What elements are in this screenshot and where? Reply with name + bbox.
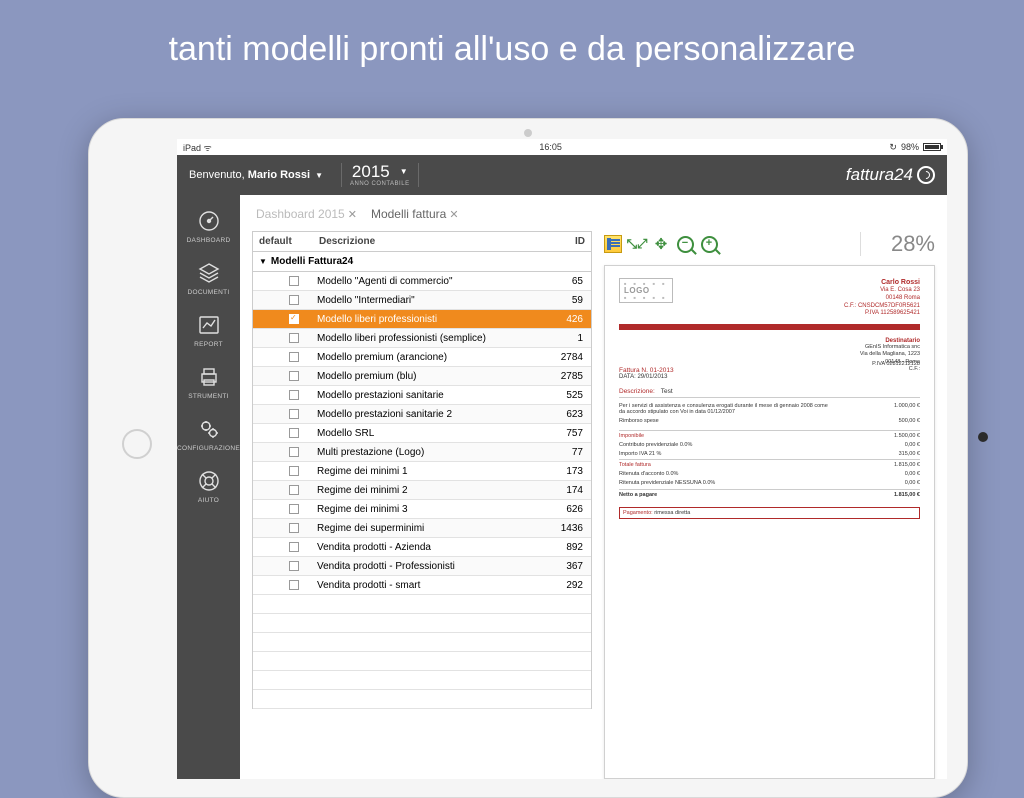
checkbox[interactable] bbox=[289, 542, 299, 552]
chevron-down-icon: ▼ bbox=[259, 257, 267, 266]
table-row[interactable]: Regime dei superminimi1436 bbox=[253, 519, 591, 538]
checkbox[interactable] bbox=[289, 314, 299, 324]
ios-status-bar: iPad ᯤ 16:05 ↻ 98% bbox=[177, 139, 947, 155]
main-content: Dashboard 2015 ✕ Modelli fattura ✕ defau… bbox=[240, 195, 947, 779]
tab-modelli[interactable]: Modelli fattura ✕ bbox=[371, 207, 459, 221]
tab-dashboard[interactable]: Dashboard 2015 ✕ bbox=[256, 207, 357, 221]
checkbox[interactable] bbox=[289, 447, 299, 457]
checkbox[interactable] bbox=[289, 485, 299, 495]
preview-pane: ⤡⤢ ✥ − + 28% ■ ■ ■ ■ ■ bbox=[604, 231, 935, 779]
zoom-in-icon: + bbox=[701, 236, 718, 253]
save-button[interactable] bbox=[604, 235, 622, 253]
zoom-in-button[interactable]: + bbox=[700, 235, 718, 253]
sidebar-item-config[interactable]: CONFIGURAZIONE bbox=[177, 411, 240, 457]
checkbox[interactable] bbox=[289, 466, 299, 476]
zoom-out-icon: − bbox=[677, 236, 694, 253]
breadcrumb-tabs: Dashboard 2015 ✕ Modelli fattura ✕ bbox=[240, 195, 947, 231]
move-button[interactable]: ✥ bbox=[652, 235, 670, 253]
lifebuoy-icon bbox=[196, 468, 222, 494]
preview-toolbar: ⤡⤢ ✥ − + 28% bbox=[604, 231, 935, 265]
sidebar-item-dashboard[interactable]: DASHBOARD bbox=[177, 203, 240, 249]
sender-block: Carlo Rossi Via E. Cosa 23 00148 Roma C.… bbox=[844, 278, 920, 318]
fit-button[interactable]: ⤡⤢ bbox=[628, 235, 646, 253]
sidebar-item-strumenti[interactable]: STRUMENTI bbox=[177, 359, 240, 405]
ipad-frame: iPad ᯤ 16:05 ↻ 98% Benvenuto, Mario Ross… bbox=[88, 118, 968, 798]
checkbox[interactable] bbox=[289, 409, 299, 419]
chevron-down-icon[interactable]: ▼ bbox=[315, 171, 323, 180]
zoom-out-button[interactable]: − bbox=[676, 235, 694, 253]
checkbox[interactable] bbox=[289, 580, 299, 590]
welcome-text: Benvenuto, Mario Rossi▼ bbox=[189, 169, 333, 181]
table-row[interactable]: Modello liberi professionisti (semplice)… bbox=[253, 329, 591, 348]
gauge-icon bbox=[196, 208, 222, 234]
brand-logo: fattura24 bbox=[846, 165, 935, 185]
table-row[interactable]: Vendita prodotti - smart292 bbox=[253, 576, 591, 595]
gears-icon bbox=[196, 416, 222, 442]
zoom-level: 28% bbox=[891, 231, 935, 257]
layers-icon bbox=[196, 260, 222, 286]
table-row[interactable]: Regime dei minimi 1173 bbox=[253, 462, 591, 481]
close-icon[interactable]: ✕ bbox=[348, 208, 357, 221]
checkbox[interactable] bbox=[289, 504, 299, 514]
checkbox[interactable] bbox=[289, 523, 299, 533]
table-row[interactable]: Regime dei minimi 2174 bbox=[253, 481, 591, 500]
table-row[interactable]: Modello "Agenti di commercio"65 bbox=[253, 272, 591, 291]
table-row[interactable]: Modello liberi professionisti426 bbox=[253, 310, 591, 329]
sidebar: DASHBOARD DOCUMENTI REPORT STRUMENTI CON… bbox=[177, 195, 240, 779]
app-header: Benvenuto, Mario Rossi▼ 2015▼ ANNO CONTA… bbox=[177, 155, 947, 195]
table-group-row[interactable]: ▼ Modelli Fattura24 bbox=[252, 252, 592, 272]
table-row[interactable]: Multi prestazione (Logo)77 bbox=[253, 443, 591, 462]
table-row[interactable]: Modello prestazioni sanitarie525 bbox=[253, 386, 591, 405]
payment-box: Pagamento: rimessa diretta bbox=[619, 507, 920, 519]
checkbox[interactable] bbox=[289, 295, 299, 305]
home-button[interactable] bbox=[122, 429, 152, 459]
table-row[interactable]: Modello premium (blu)2785 bbox=[253, 367, 591, 386]
checkbox[interactable] bbox=[289, 276, 299, 286]
table-row[interactable]: Modello "Intermediari"59 bbox=[253, 291, 591, 310]
close-icon[interactable]: ✕ bbox=[449, 208, 458, 221]
promo-banner: tanti modelli pronti all'uso e da person… bbox=[0, 0, 1024, 89]
logo-placeholder: ■ ■ ■ ■ ■ LOGO ■ ■ ■ ■ ■ bbox=[619, 278, 673, 303]
checkbox[interactable] bbox=[289, 428, 299, 438]
template-list-pane: default Descrizione ID ▼ Modelli Fattura… bbox=[252, 231, 592, 779]
table-row[interactable]: Modello prestazioni sanitarie 2623 bbox=[253, 405, 591, 424]
checkbox[interactable] bbox=[289, 352, 299, 362]
table-row[interactable]: Regime dei minimi 3626 bbox=[253, 500, 591, 519]
checkbox[interactable] bbox=[289, 390, 299, 400]
sidebar-item-documenti[interactable]: DOCUMENTI bbox=[177, 255, 240, 301]
table-row[interactable]: Vendita prodotti - Professionisti367 bbox=[253, 557, 591, 576]
invoice-preview[interactable]: ■ ■ ■ ■ ■ LOGO ■ ■ ■ ■ ■ Carlo Rossi Via… bbox=[604, 265, 935, 779]
checkbox[interactable] bbox=[289, 333, 299, 343]
table-row[interactable]: Modello SRL757 bbox=[253, 424, 591, 443]
table-header: default Descrizione ID bbox=[252, 231, 592, 252]
year-selector[interactable]: 2015▼ ANNO CONTABILE bbox=[350, 163, 410, 187]
checkbox[interactable] bbox=[289, 561, 299, 571]
table-row[interactable]: Modello premium (arancione)2784 bbox=[253, 348, 591, 367]
printer-icon bbox=[196, 364, 222, 390]
sidebar-item-aiuto[interactable]: AIUTO bbox=[177, 463, 240, 509]
ipad-side-button bbox=[978, 432, 988, 442]
chart-icon bbox=[196, 312, 222, 338]
table-row[interactable]: Vendita prodotti - Azienda892 bbox=[253, 538, 591, 557]
app-screen: iPad ᯤ 16:05 ↻ 98% Benvenuto, Mario Ross… bbox=[177, 139, 947, 779]
checkbox[interactable] bbox=[289, 371, 299, 381]
sidebar-item-report[interactable]: REPORT bbox=[177, 307, 240, 353]
save-icon bbox=[604, 235, 622, 253]
